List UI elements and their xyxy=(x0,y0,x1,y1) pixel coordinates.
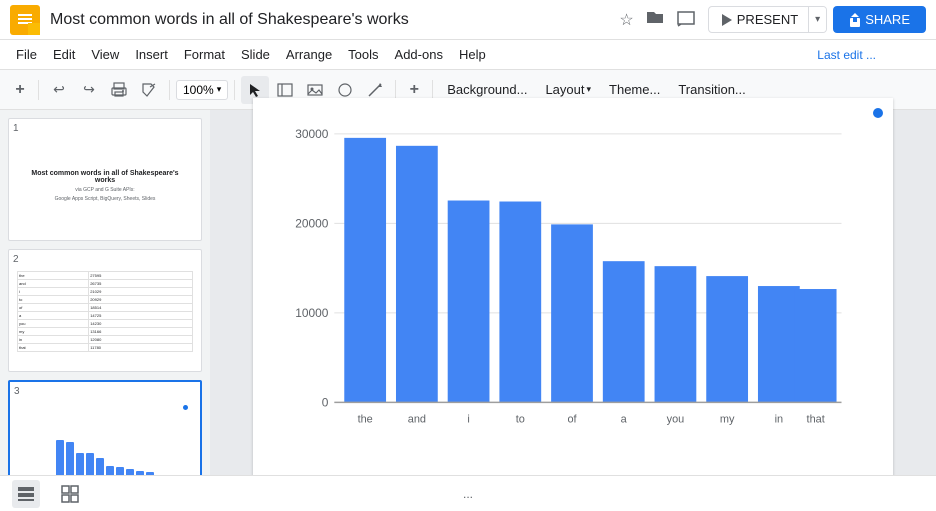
present-dropdown[interactable]: ▾ xyxy=(808,7,826,32)
slide-preview-3 xyxy=(14,399,196,475)
slide1-sub2: Google Apps Script, BigQuery, Sheets, Sl… xyxy=(55,196,156,202)
slide-panel: 1 Most common words in all of Shakespear… xyxy=(0,110,210,475)
svg-text:and: and xyxy=(408,413,426,425)
svg-text:you: you xyxy=(667,413,685,425)
last-edit-link[interactable]: Last edit ... xyxy=(817,48,876,62)
slide-number-1: 1 xyxy=(13,123,197,134)
slide-number-2: 2 xyxy=(13,254,197,265)
app-icon xyxy=(10,5,40,35)
comment-button[interactable] xyxy=(670,4,702,36)
slide-thumb-2[interactable]: 2 the27595and26735i21029to20929of18514a1… xyxy=(8,249,202,372)
doc-title: Most common words in all of Shakespeare'… xyxy=(50,11,613,29)
menu-format[interactable]: Format xyxy=(176,43,233,66)
svg-text:to: to xyxy=(516,413,525,425)
toolbar-divider-2 xyxy=(169,80,170,100)
slide1-title: Most common words in all of Shakespeare'… xyxy=(21,170,189,184)
folder-icon[interactable] xyxy=(646,9,664,30)
svg-text:0: 0 xyxy=(322,395,329,409)
mini-bar xyxy=(86,453,94,475)
menu-slide[interactable]: Slide xyxy=(233,43,278,66)
mini-table: the27595and26735i21029to20929of18514a147… xyxy=(17,271,193,352)
slide3-dot xyxy=(183,405,188,410)
slide1-subtitle: via GCP and G Suite APIs: xyxy=(75,187,134,193)
slide-thumb-3[interactable]: 3 xyxy=(8,380,202,475)
add-slide-button[interactable]: + xyxy=(8,76,32,104)
redo-button[interactable]: ↪ xyxy=(75,76,103,104)
slide-thumb-1[interactable]: 1 Most common words in all of Shakespear… xyxy=(8,118,202,241)
svg-text:a: a xyxy=(621,413,628,425)
svg-text:20000: 20000 xyxy=(295,216,329,230)
menu-insert[interactable]: Insert xyxy=(127,43,176,66)
star-icon[interactable]: ☆ xyxy=(619,10,633,30)
undo-button[interactable]: ↩ xyxy=(45,76,73,104)
list-view-button[interactable] xyxy=(12,480,40,508)
bar-chart: 30000 20000 10000 0 the and xyxy=(269,114,877,472)
zoom-level: 100% xyxy=(183,83,214,97)
slide-preview-2: the27595and26735i21029to20929of18514a147… xyxy=(13,267,197,367)
svg-text:that: that xyxy=(807,413,825,425)
zoom-control[interactable]: 100% ▾ xyxy=(176,80,228,100)
menu-arrange[interactable]: Arrange xyxy=(278,43,340,66)
menu-help[interactable]: Help xyxy=(451,43,494,66)
print-button[interactable] xyxy=(105,76,133,104)
canvas-area: 30000 20000 10000 0 the and xyxy=(210,110,936,475)
svg-text:10000: 10000 xyxy=(295,305,329,319)
menu-tools[interactable]: Tools xyxy=(340,43,386,66)
svg-text:the: the xyxy=(358,413,373,425)
menu-addons[interactable]: Add-ons xyxy=(387,43,451,66)
paint-format-button[interactable] xyxy=(135,76,163,104)
mini-bar xyxy=(116,467,124,475)
svg-text:my: my xyxy=(720,413,735,425)
toolbar-divider-4 xyxy=(395,80,396,100)
mini-bar xyxy=(76,453,84,475)
menu-edit[interactable]: Edit xyxy=(45,43,83,66)
svg-text:i: i xyxy=(467,413,469,425)
present-label: PRESENT xyxy=(737,12,798,27)
share-button[interactable]: SHARE xyxy=(833,6,926,33)
expand-dots: ... xyxy=(463,487,473,501)
toolbar-divider-1 xyxy=(38,80,39,100)
svg-text:30000: 30000 xyxy=(295,126,329,140)
svg-text:in: in xyxy=(775,413,784,425)
slide-preview-1: Most common words in all of Shakespeare'… xyxy=(13,136,197,236)
grid-view-button[interactable] xyxy=(56,480,84,508)
mini-bar xyxy=(106,466,114,475)
mini-bar xyxy=(96,458,104,475)
mini-bar xyxy=(66,442,74,475)
toolbar-divider-5 xyxy=(432,80,433,100)
bottom-bar: ... xyxy=(0,475,936,511)
slide-canvas[interactable]: 30000 20000 10000 0 the and xyxy=(253,98,893,488)
toolbar-divider-3 xyxy=(234,80,235,100)
present-button[interactable]: PRESENT xyxy=(709,7,808,32)
menu-file[interactable]: File xyxy=(8,43,45,66)
svg-text:of: of xyxy=(567,413,577,425)
share-label: SHARE xyxy=(865,12,910,27)
menu-view[interactable]: View xyxy=(83,43,127,66)
slide-number-3: 3 xyxy=(14,386,196,397)
mini-bar xyxy=(56,440,64,475)
